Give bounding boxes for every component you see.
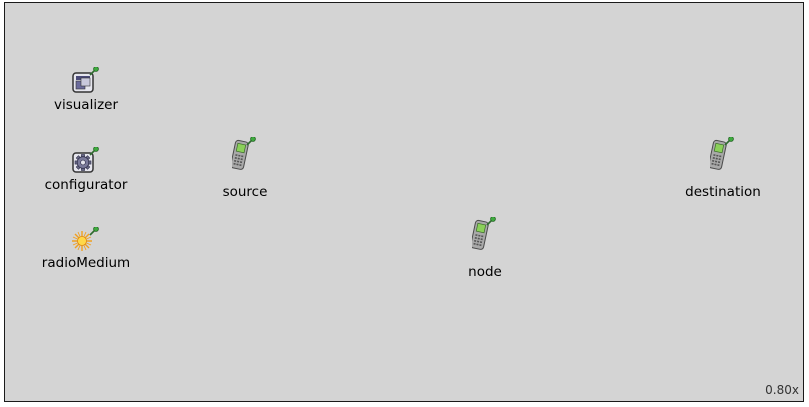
- visualizer-window-icon[interactable]: [71, 65, 101, 99]
- node-label: node: [468, 264, 502, 280]
- zoom-level: 0.80x: [765, 383, 799, 397]
- visualizer-label: visualizer: [53, 97, 119, 113]
- mobile-phone-icon[interactable]: [707, 135, 736, 175]
- mobile-phone-icon[interactable]: [469, 215, 498, 255]
- configurator-label: configurator: [44, 177, 128, 193]
- radioMedium-label: radioMedium: [41, 255, 131, 271]
- destination-label: destination: [685, 184, 761, 200]
- network-canvas[interactable]: visualizer configurator radioMedium sour…: [4, 2, 804, 402]
- radio-medium-sun-icon[interactable]: [71, 225, 101, 257]
- configurator-gear-icon[interactable]: [71, 145, 101, 179]
- source-label: source: [222, 184, 268, 200]
- mobile-phone-icon[interactable]: [229, 135, 258, 175]
